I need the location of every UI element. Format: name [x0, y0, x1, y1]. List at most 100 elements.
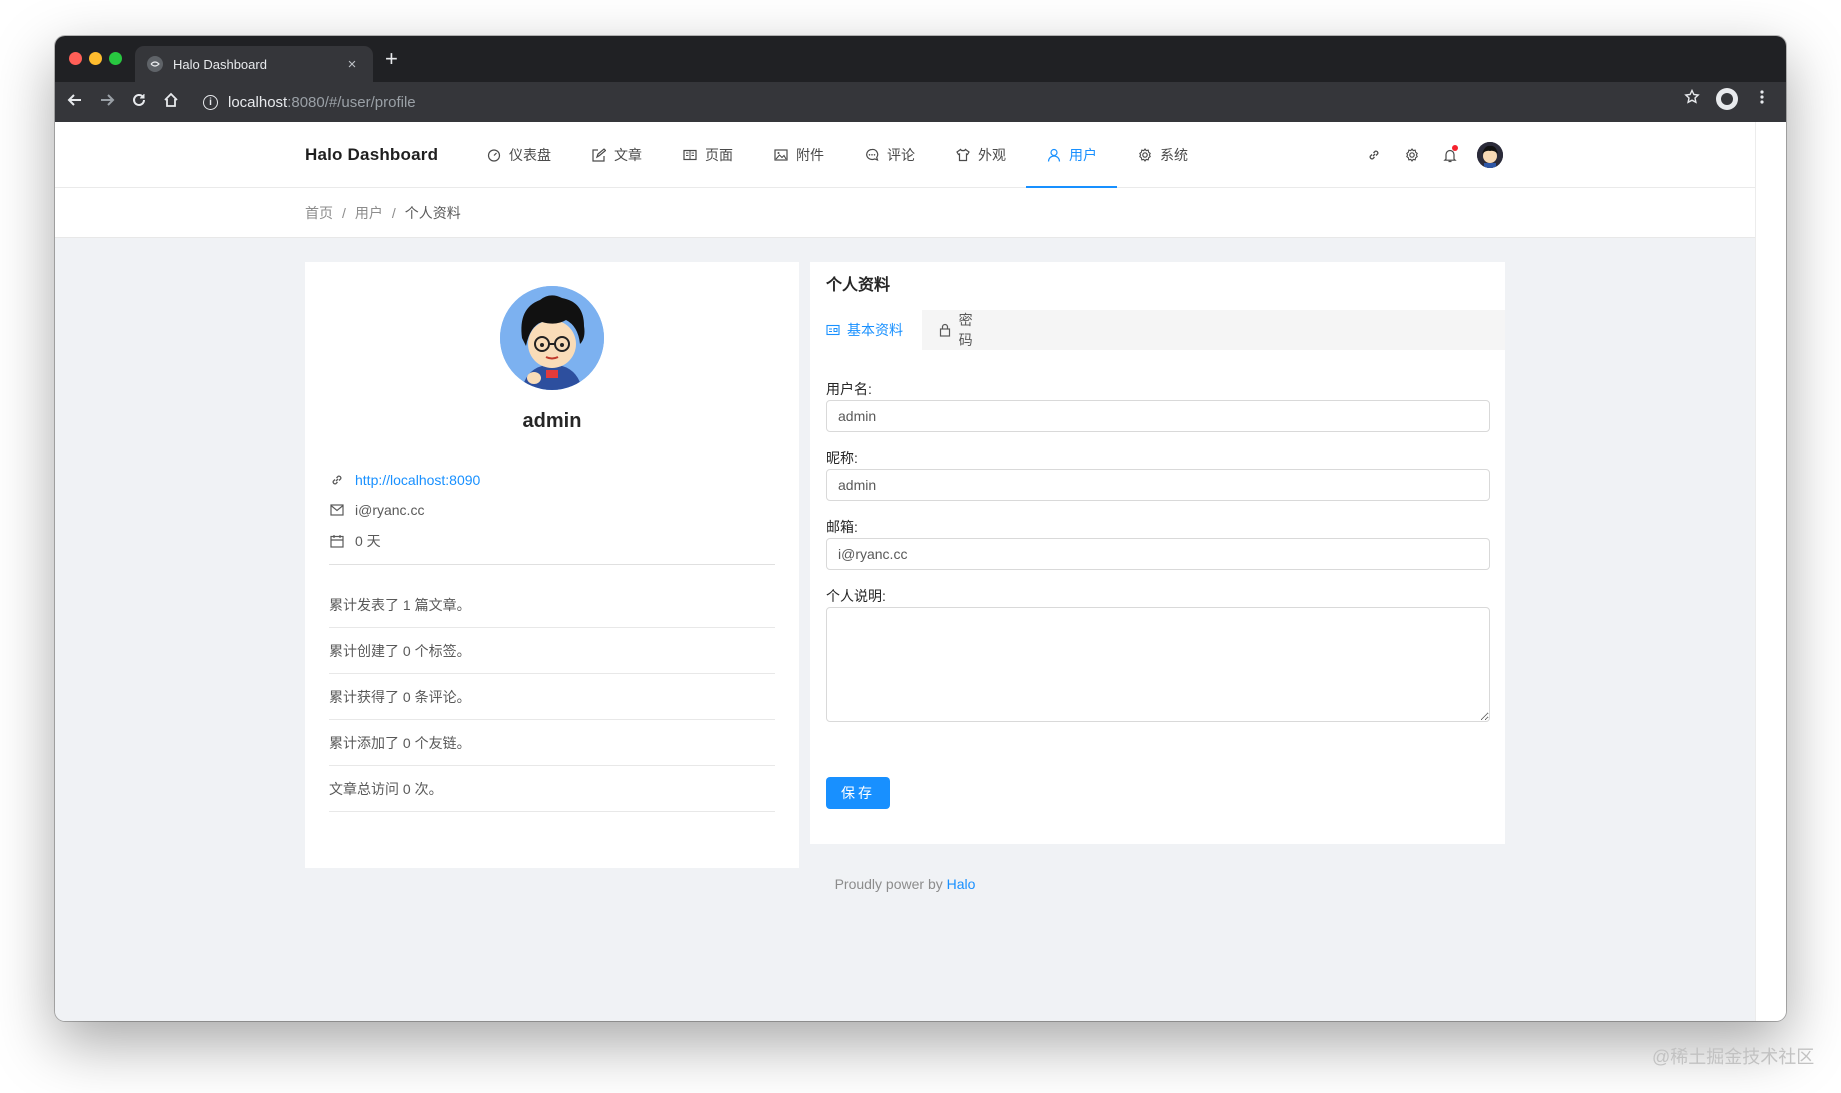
- header-actions: [1355, 122, 1503, 188]
- breadcrumb-separator: /: [342, 205, 346, 221]
- form-card-title: 个人资料: [826, 277, 891, 294]
- breadcrumb-current: 个人资料: [404, 205, 461, 221]
- message-icon: [864, 148, 879, 163]
- profile-email-row: i@ryanc.cc: [329, 502, 424, 518]
- link-icon: [329, 472, 345, 488]
- nav-label: 附件: [796, 147, 824, 163]
- back-icon[interactable]: [59, 92, 91, 113]
- watermark: @稀土掘金技术社区: [1652, 1047, 1815, 1067]
- browser-toolbar: i localhost:8080/#/user/profile: [55, 82, 1786, 122]
- minimize-window-button[interactable]: [89, 52, 102, 65]
- brand-logo[interactable]: Halo Dashboard: [305, 122, 438, 188]
- tab-password[interactable]: 密码: [922, 310, 1002, 350]
- save-button[interactable]: 保存: [826, 777, 890, 809]
- footer-text: Proudly power by: [834, 876, 947, 892]
- nav-item-system[interactable]: 系统: [1117, 122, 1208, 188]
- picture-icon: [773, 148, 788, 163]
- reload-icon[interactable]: [123, 92, 155, 113]
- site-info-icon[interactable]: i: [203, 94, 218, 110]
- form-tabs: 基本资料 密码: [810, 310, 1505, 350]
- new-tab-button[interactable]: +: [385, 48, 398, 70]
- user-icon: [1046, 148, 1061, 163]
- nav-item-posts[interactable]: 文章: [571, 122, 662, 188]
- tab-basic-info[interactable]: 基本资料: [810, 310, 922, 350]
- nav-item-attachments[interactable]: 附件: [753, 122, 844, 188]
- user-avatar[interactable]: [1477, 142, 1503, 168]
- stat-item: 累计添加了 0 个友链。: [329, 720, 775, 766]
- skin-icon: [955, 148, 970, 163]
- nav-label: 仪表盘: [509, 147, 551, 163]
- nav-label: 外观: [978, 147, 1006, 163]
- description-label: 个人说明:: [826, 588, 886, 604]
- email-label: 邮箱:: [826, 519, 858, 535]
- profile-form-card: 个人资料 基本资料 密码 用户名: 昵称: 邮箱:: [810, 262, 1505, 844]
- tab-password-label: 密码: [958, 312, 973, 348]
- nav-label: 用户: [1069, 147, 1097, 163]
- profile-avatar: [500, 286, 604, 390]
- setting-icon: [1137, 148, 1152, 163]
- browser-window: Halo Dashboard × + i localhost:8080/#/us…: [55, 36, 1786, 1021]
- maximize-window-button[interactable]: [109, 52, 122, 65]
- profile-days-row: 0 天: [329, 531, 381, 551]
- browser-profile-icon[interactable]: [1716, 88, 1738, 110]
- username-input[interactable]: [826, 400, 1490, 432]
- dashboard-icon: [486, 148, 501, 163]
- nav-label: 页面: [705, 147, 733, 163]
- nav-label: 文章: [614, 147, 642, 163]
- bookmark-star-icon[interactable]: [1676, 88, 1708, 110]
- breadcrumb-users[interactable]: 用户: [355, 203, 383, 223]
- notification-dot: [1452, 145, 1458, 151]
- nav-item-users[interactable]: 用户: [1026, 122, 1117, 188]
- page-scrollbar[interactable]: [1755, 122, 1786, 1021]
- nickname-input[interactable]: [826, 469, 1490, 501]
- username-label: 用户名:: [826, 381, 872, 397]
- nav-item-comments[interactable]: 评论: [844, 122, 935, 188]
- email-input[interactable]: [826, 538, 1490, 570]
- top-header: Halo Dashboard 仪表盘 文章 页面 附件 评论 外观 用户 系统: [55, 122, 1755, 188]
- footer-halo-link[interactable]: Halo: [947, 876, 976, 892]
- halo-favicon-icon: [147, 56, 163, 72]
- stat-item: 文章总访问 0 次。: [329, 766, 775, 812]
- breadcrumb-bar: 首页 / 用户 / 个人资料: [55, 188, 1755, 238]
- address-bar[interactable]: i localhost:8080/#/user/profile: [203, 88, 416, 116]
- more-menu-icon[interactable]: [1746, 89, 1778, 110]
- profile-divider: [329, 564, 775, 565]
- profile-days: 0 天: [355, 533, 381, 549]
- close-window-button[interactable]: [69, 52, 82, 65]
- page-viewport: Halo Dashboard 仪表盘 文章 页面 附件 评论 外观 用户 系统 …: [55, 122, 1755, 1021]
- breadcrumb-separator: /: [391, 205, 396, 221]
- notification-bell-icon[interactable]: [1431, 122, 1469, 188]
- nav-item-dashboard[interactable]: 仪表盘: [466, 122, 571, 188]
- close-tab-icon[interactable]: ×: [343, 56, 361, 73]
- toolbar-right: [1676, 88, 1778, 110]
- breadcrumb: 首页 / 用户 / 个人资料: [305, 188, 461, 238]
- browser-tab-strip: Halo Dashboard × +: [55, 36, 1786, 82]
- stat-item: 累计获得了 0 条评论。: [329, 674, 775, 720]
- settings-gear-icon[interactable]: [1393, 122, 1431, 188]
- lock-icon: [938, 323, 952, 337]
- browser-tab-title: Halo Dashboard: [173, 56, 267, 72]
- profile-website-link[interactable]: http://localhost:8090: [355, 472, 480, 488]
- read-icon: [682, 148, 697, 163]
- breadcrumb-home[interactable]: 首页: [305, 203, 333, 223]
- browser-tab[interactable]: Halo Dashboard ×: [135, 46, 373, 82]
- mail-icon: [329, 502, 345, 518]
- profile-username: admin: [522, 410, 582, 432]
- nav-item-pages[interactable]: 页面: [662, 122, 753, 188]
- stat-item: 累计发表了 1 篇文章。: [329, 582, 775, 628]
- calendar-icon: [329, 533, 345, 549]
- stat-item: 累计创建了 0 个标签。: [329, 628, 775, 674]
- description-textarea[interactable]: [826, 607, 1490, 722]
- idcard-icon: [826, 323, 840, 337]
- profile-website-row: http://localhost:8090: [329, 472, 480, 488]
- profile-card: admin http://localhost:8090 i@ryanc.cc 0…: [305, 262, 799, 868]
- nickname-label: 昵称:: [826, 450, 858, 466]
- home-icon[interactable]: [155, 92, 187, 113]
- tab-basic-info-label: 基本资料: [847, 322, 903, 338]
- main-nav: 仪表盘 文章 页面 附件 评论 外观 用户 系统: [466, 122, 1208, 188]
- profile-email: i@ryanc.cc: [355, 502, 425, 518]
- nav-item-appearance[interactable]: 外观: [935, 122, 1026, 188]
- url-host: localhost: [228, 93, 288, 111]
- forward-icon[interactable]: [91, 92, 123, 113]
- link-icon[interactable]: [1355, 122, 1393, 188]
